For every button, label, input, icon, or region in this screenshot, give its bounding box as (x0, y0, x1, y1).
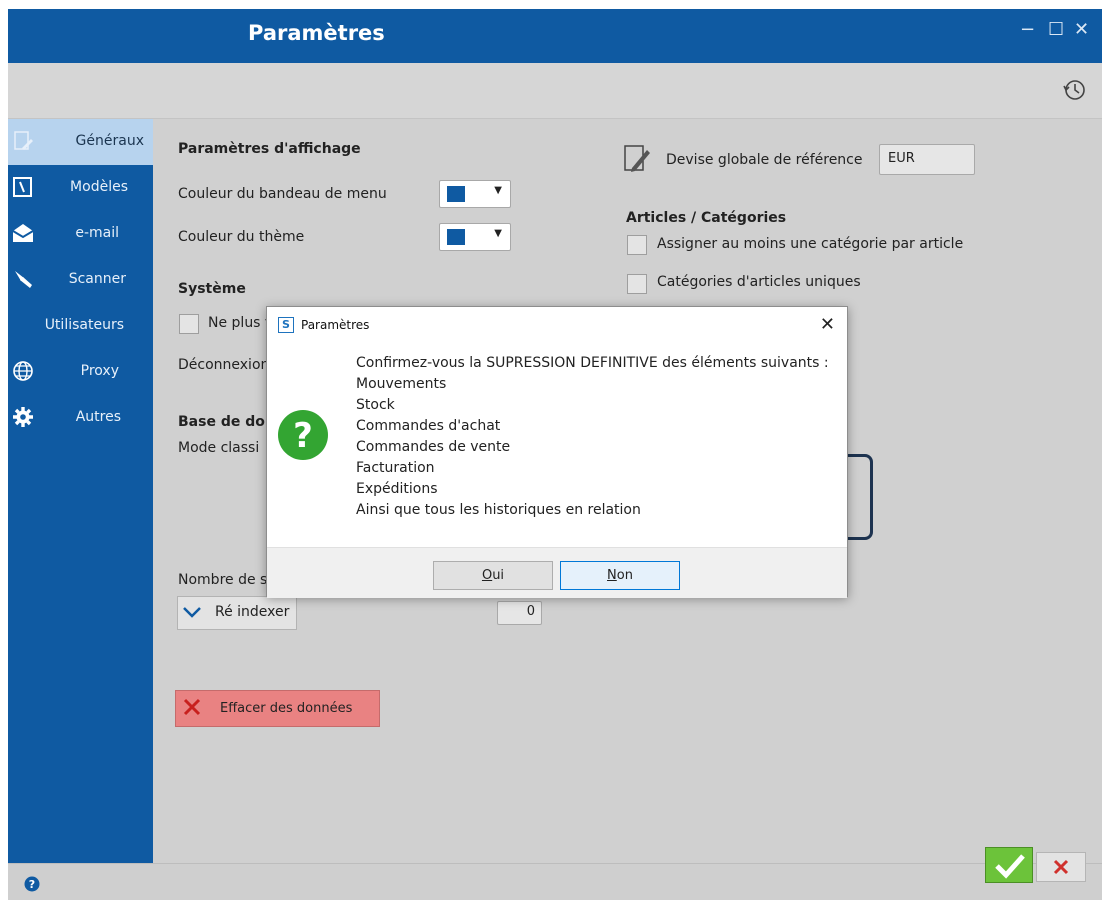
question-icon: ? (278, 410, 328, 460)
sidebar-item-autres[interactable]: Autres (8, 395, 153, 441)
help-icon[interactable]: ? (24, 876, 40, 892)
database-heading: Base de don (178, 414, 275, 430)
maximize-button[interactable]: ☐ (1048, 19, 1064, 40)
sidebar-item-label: Utilisateurs (44, 317, 124, 333)
theme-color-label: Couleur du thème (178, 229, 305, 245)
assign-category-checkbox[interactable] (627, 235, 647, 255)
sidebar-item-label: Proxy (80, 363, 119, 379)
dialog-close-button[interactable]: ✕ (820, 314, 835, 335)
title-bar: Paramètres − ☐ ✕ (8, 9, 1102, 63)
minimize-button[interactable]: − (1020, 19, 1035, 40)
sidebar-item-generaux[interactable]: Généraux (8, 119, 153, 165)
sidebar-item-label: Généraux (75, 133, 144, 149)
checkmark-icon (995, 854, 1025, 879)
yes-button[interactable]: Oui (433, 561, 553, 590)
svg-text:?: ? (293, 416, 313, 456)
history-icon[interactable] (1060, 76, 1088, 104)
svg-text:?: ? (29, 878, 35, 891)
assign-category-label: Assigner au moins une catégorie par arti… (657, 236, 964, 252)
edit-pen-icon (624, 145, 650, 172)
unique-category-label: Catégories d'articles uniques (657, 274, 861, 290)
no-accesskey: N (607, 568, 617, 583)
close-window-button[interactable]: ✕ (1074, 19, 1089, 40)
message-line: Expéditions (356, 481, 438, 497)
display-heading: Paramètres d'affichage (178, 141, 361, 157)
dialog-footer: Oui Non (267, 547, 847, 598)
currency-field[interactable]: EUR (879, 144, 975, 175)
sidebar-item-modeles[interactable]: Modèles (8, 165, 153, 211)
sidebar-item-proxy[interactable]: Proxy (8, 349, 153, 395)
record-count-field[interactable]: 0 (497, 601, 542, 625)
chevron-down-icon: ▼ (494, 185, 502, 196)
theme-color-picker[interactable]: ▼ (439, 223, 511, 251)
dialog-title-bar: S Paramètres ✕ (267, 307, 847, 343)
close-icon (1053, 859, 1069, 875)
logout-label: Déconnexion (178, 357, 270, 373)
sidebar-item-scanner[interactable]: Scanner (8, 257, 153, 303)
color-swatch (447, 186, 465, 202)
no-button[interactable]: Non (560, 561, 680, 590)
app-logo-image (848, 454, 873, 540)
chevron-down-icon: ▼ (494, 228, 502, 239)
system-heading: Système (178, 281, 246, 297)
yes-accesskey: O (481, 568, 493, 583)
message-line: Commandes d'achat (356, 418, 501, 434)
sidebar: Généraux Modèles e-mail Scanner Utilisat (8, 119, 153, 863)
delete-data-button[interactable]: Effacer des données (175, 690, 380, 727)
message-line: Confirmez-vous la SUPRESSION DEFINITIVE … (356, 355, 829, 371)
dialog-title: Paramètres (301, 318, 370, 332)
reindex-label: Ré indexer (215, 604, 290, 620)
reindex-button[interactable]: Ré indexer (177, 596, 297, 630)
yes-label: ui (492, 568, 505, 583)
sidebar-item-utilisateurs[interactable]: Utilisateurs (8, 303, 153, 349)
sidebar-item-label: e-mail (75, 225, 119, 241)
confirm-button[interactable] (985, 847, 1033, 883)
no-more-label: Ne plus v (208, 315, 274, 331)
sidebar-item-label: Autres (75, 409, 121, 425)
window-title: Paramètres (248, 21, 385, 45)
color-swatch (447, 229, 465, 245)
toolbar (8, 63, 1102, 119)
status-bar: ? (8, 863, 1102, 900)
close-icon (183, 698, 201, 716)
mode-label: Mode classi (178, 440, 260, 456)
articles-heading: Articles / Catégories (626, 210, 787, 226)
confirm-delete-dialog: S Paramètres ✕ ? Confirmez-vous la SUPRE… (266, 306, 848, 598)
message-line: Commandes de vente (356, 439, 511, 455)
message-line: Ainsi que tous les historiques en relati… (356, 502, 641, 518)
dialog-message: Confirmez-vous la SUPRESSION DEFINITIVE … (356, 353, 829, 521)
no-more-checkbox[interactable] (179, 314, 199, 334)
cancel-button[interactable] (1036, 852, 1086, 882)
menu-band-color-label: Couleur du bandeau de menu (178, 186, 387, 202)
currency-label: Devise globale de référence (666, 152, 863, 168)
message-line: Mouvements (356, 376, 447, 392)
sidebar-item-email[interactable]: e-mail (8, 211, 153, 257)
record-count-label: Nombre de s (178, 572, 268, 588)
message-line: Stock (356, 397, 395, 413)
no-label: on (616, 568, 633, 583)
app-logo-icon: S (278, 317, 294, 333)
unique-category-checkbox[interactable] (627, 274, 647, 294)
chevron-down-icon (183, 607, 201, 618)
sidebar-item-label: Modèles (70, 179, 128, 195)
delete-data-label: Effacer des données (220, 701, 353, 716)
message-line: Facturation (356, 460, 435, 476)
menu-band-color-picker[interactable]: ▼ (439, 180, 511, 208)
sidebar-item-label: Scanner (68, 271, 126, 287)
